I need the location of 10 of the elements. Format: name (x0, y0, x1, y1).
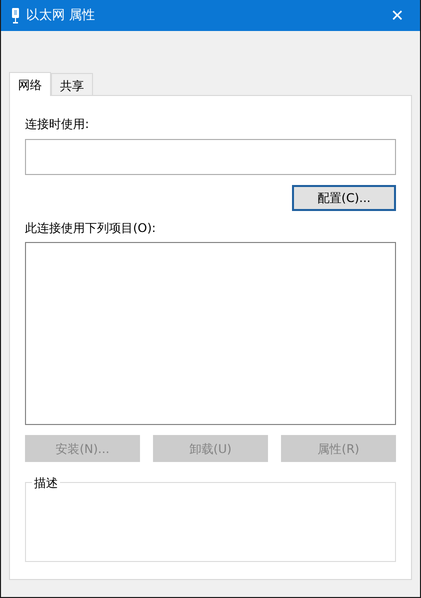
network-adapter-icon (11, 8, 20, 24)
items-label: 此连接使用下列项目(O): (25, 220, 157, 237)
window-title: 以太网 属性 (26, 6, 96, 25)
description-label: 描述 (32, 474, 60, 492)
tab[interactable]: 网络 (9, 72, 51, 96)
connect-using-label: 连接时使用: (25, 116, 90, 133)
configure-button[interactable]: 配置(C)... (292, 185, 396, 211)
items-list[interactable] (25, 242, 396, 425)
close-button[interactable]: ✕ (384, 4, 410, 28)
tab[interactable]: 共享 (51, 73, 93, 95)
